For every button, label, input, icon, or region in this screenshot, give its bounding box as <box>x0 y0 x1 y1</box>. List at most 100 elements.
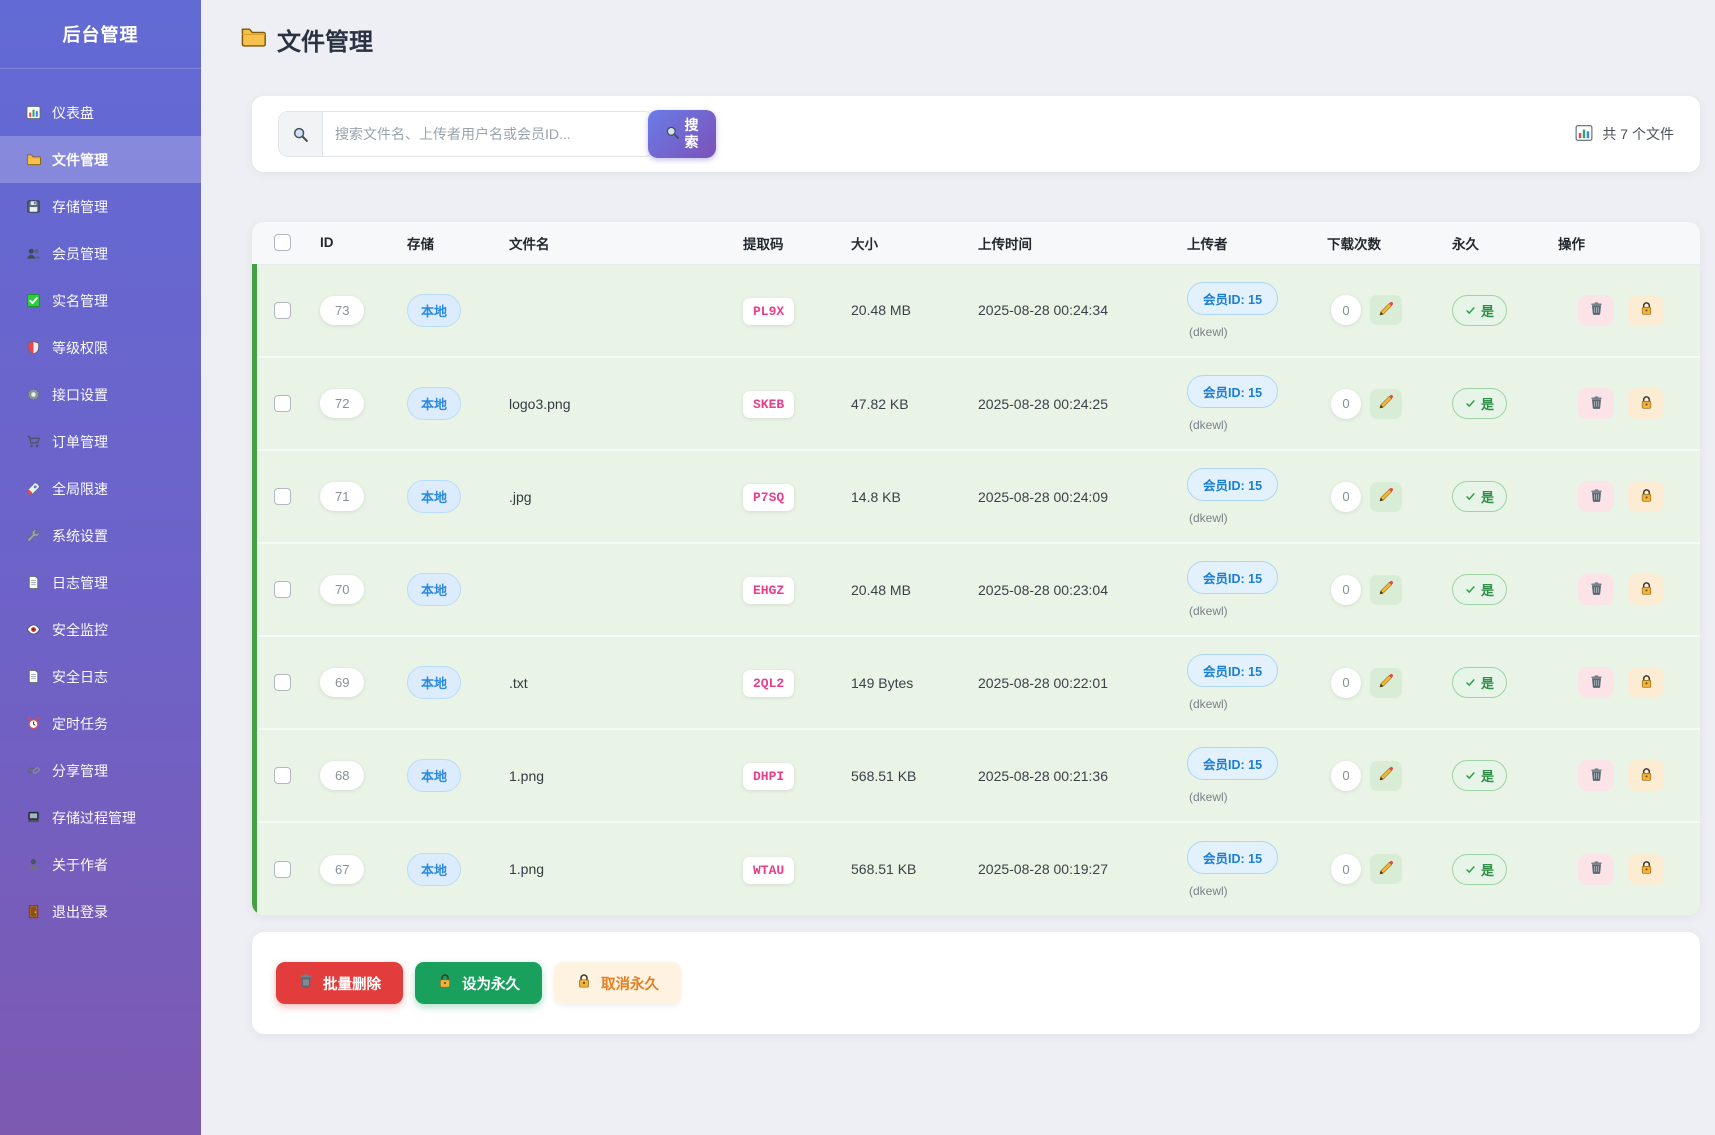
sidebar-item-security-logs[interactable]: 安全日志 <box>0 653 201 700</box>
sidebar-item-logout[interactable]: 退出登录 <box>0 888 201 935</box>
permanent-label: 是 <box>1481 673 1494 692</box>
sidebar-item-realname[interactable]: 实名管理 <box>0 277 201 324</box>
toggle-permanent-button[interactable] <box>1628 574 1664 605</box>
sidebar-item-orders[interactable]: 订单管理 <box>0 418 201 465</box>
edit-downloads-button[interactable] <box>1370 295 1402 325</box>
delete-file-button[interactable] <box>1578 574 1614 605</box>
edit-downloads-button[interactable] <box>1370 389 1402 419</box>
uploader-cell: 会员ID: 15(dkewl) <box>1187 654 1317 711</box>
row-checkbox[interactable] <box>274 861 291 878</box>
toggle-permanent-button[interactable] <box>1628 854 1664 885</box>
row-checkbox[interactable] <box>274 767 291 784</box>
uploader-cell: 会员ID: 15(dkewl) <box>1187 375 1317 432</box>
edit-downloads-button[interactable] <box>1370 668 1402 698</box>
check-icon <box>1465 584 1476 595</box>
toggle-permanent-button[interactable] <box>1628 481 1664 512</box>
storage-badge: 本地 <box>407 573 461 606</box>
delete-file-button[interactable] <box>1578 295 1614 326</box>
check-icon <box>1465 398 1476 409</box>
cancel-permanent-button[interactable]: 取消永久 <box>554 962 681 1004</box>
set-permanent-button[interactable]: 设为永久 <box>415 962 542 1004</box>
extract-code-badge: WTAU <box>743 857 794 884</box>
download-count: 0 <box>1331 295 1361 325</box>
edit-downloads-button[interactable] <box>1370 575 1402 605</box>
search-input[interactable] <box>323 112 653 156</box>
toggle-permanent-button[interactable] <box>1628 295 1664 326</box>
bulk-actions-card: 批量删除 设为永久 取消永久 <box>252 932 1700 1034</box>
file-size: 47.82 KB <box>851 396 909 412</box>
sidebar-item-label: 接口设置 <box>52 385 108 405</box>
toggle-permanent-button[interactable] <box>1628 760 1664 791</box>
sidebar-item-label: 存储过程管理 <box>52 808 136 828</box>
trash-icon <box>298 973 314 993</box>
sidebar-item-files[interactable]: 文件管理 <box>0 136 201 183</box>
file-id-badge: 68 <box>320 761 364 790</box>
sidebar-item-share-management[interactable]: 分享管理 <box>0 747 201 794</box>
extract-code-badge: PL9X <box>743 298 794 325</box>
delete-file-button[interactable] <box>1578 854 1614 885</box>
file-table: ID 存储 文件名 提取码 大小 上传时间 上传者 下载次数 永久 操作 73 … <box>252 222 1700 915</box>
delete-file-button[interactable] <box>1578 481 1614 512</box>
toggle-permanent-button[interactable] <box>1628 388 1664 419</box>
file-id-badge: 71 <box>320 482 364 511</box>
table-row: 68 本地 1.png DHPI 568.51 KB 2025-08-28 00… <box>252 729 1700 822</box>
sidebar-item-label: 定时任务 <box>52 714 108 734</box>
row-checkbox[interactable] <box>274 674 291 691</box>
folder-icon <box>240 24 266 55</box>
sidebar-item-label: 日志管理 <box>52 573 108 593</box>
trash-icon <box>1589 767 1604 785</box>
toggle-permanent-button[interactable] <box>1628 667 1664 698</box>
storage-badge: 本地 <box>407 387 461 420</box>
app: 后台管理 仪表盘文件管理存储管理会员管理实名管理等级权限接口设置订单管理全局限速… <box>0 0 1715 1135</box>
check-icon <box>1465 677 1476 688</box>
file-count-text: 共 7 个文件 <box>1602 124 1674 144</box>
delete-file-button[interactable] <box>1578 388 1614 419</box>
delete-file-button[interactable] <box>1578 667 1614 698</box>
sidebar-item-members[interactable]: 会员管理 <box>0 230 201 277</box>
edit-downloads-button[interactable] <box>1370 761 1402 791</box>
row-checkbox[interactable] <box>274 488 291 505</box>
sidebar-item-storage[interactable]: 存储管理 <box>0 183 201 230</box>
member-id-badge: 会员ID: 15 <box>1187 747 1278 780</box>
uploader-name: (dkewl) <box>1187 790 1228 804</box>
sidebar-item-scheduled-tasks[interactable]: 定时任务 <box>0 700 201 747</box>
actions-cell <box>1578 388 1700 419</box>
select-all-checkbox[interactable] <box>274 234 291 251</box>
actions-cell <box>1578 574 1700 605</box>
permanent-badge: 是 <box>1452 574 1507 605</box>
row-checkbox[interactable] <box>274 302 291 319</box>
sidebar-item-log-management[interactable]: 日志管理 <box>0 559 201 606</box>
lock-icon <box>1639 395 1654 413</box>
table-header: ID 存储 文件名 提取码 大小 上传时间 上传者 下载次数 永久 操作 <box>252 222 1700 264</box>
sidebar-item-label: 关于作者 <box>52 855 108 875</box>
lock-icon <box>437 973 453 993</box>
shield-icon <box>26 340 42 356</box>
bulk-delete-button[interactable]: 批量删除 <box>276 962 403 1004</box>
uploader-cell: 会员ID: 15(dkewl) <box>1187 468 1317 525</box>
app-title: 后台管理 <box>0 0 201 69</box>
sidebar-item-speed-limit[interactable]: 全局限速 <box>0 465 201 512</box>
permanent-label: 是 <box>1481 301 1494 320</box>
sidebar-item-api-settings[interactable]: 接口设置 <box>0 371 201 418</box>
sidebar-item-label: 订单管理 <box>52 432 108 452</box>
delete-file-button[interactable] <box>1578 760 1614 791</box>
sidebar-item-stored-procedures[interactable]: 存储过程管理 <box>0 794 201 841</box>
sidebar-item-about-author[interactable]: 关于作者 <box>0 841 201 888</box>
laptop-icon <box>26 810 42 826</box>
download-count: 0 <box>1331 854 1361 884</box>
cart-icon <box>26 434 42 450</box>
search-button[interactable]: 搜索 <box>648 110 716 158</box>
edit-downloads-button[interactable] <box>1370 482 1402 512</box>
file-name: logo3.png <box>509 396 571 412</box>
sidebar-item-level-permissions[interactable]: 等级权限 <box>0 324 201 371</box>
page-title: 文件管理 <box>277 22 373 57</box>
table-body: 73 本地 PL9X 20.48 MB 2025-08-28 00:24:34 … <box>252 264 1700 915</box>
sidebar-item-system-settings[interactable]: 系统设置 <box>0 512 201 559</box>
eye-icon <box>26 622 42 638</box>
sidebar-item-dashboard[interactable]: 仪表盘 <box>0 89 201 136</box>
row-checkbox[interactable] <box>274 581 291 598</box>
row-checkbox[interactable] <box>274 395 291 412</box>
sidebar-item-label: 会员管理 <box>52 244 108 264</box>
sidebar-item-security-monitor[interactable]: 安全监控 <box>0 606 201 653</box>
edit-downloads-button[interactable] <box>1370 854 1402 884</box>
